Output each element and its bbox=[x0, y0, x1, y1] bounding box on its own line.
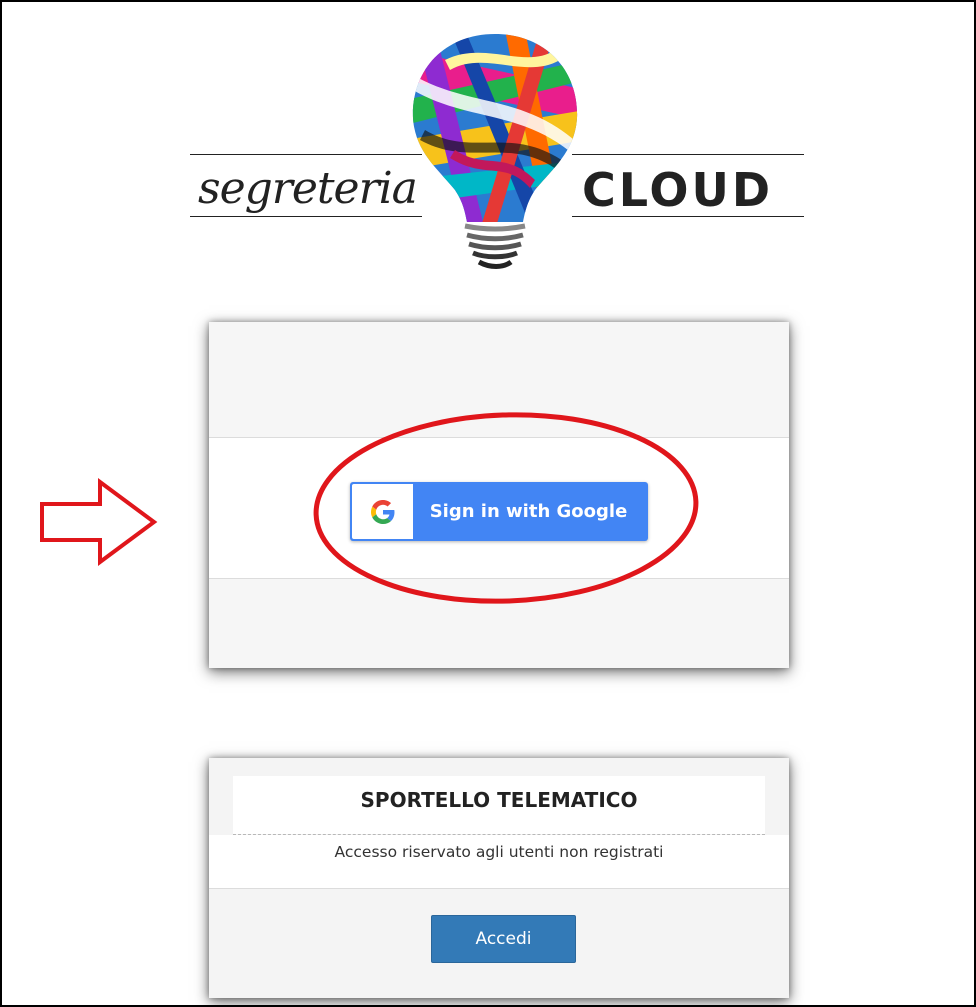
red-highlight-ellipse bbox=[313, 412, 699, 604]
sportello-subtitle: Accesso riservato agli utenti non regist… bbox=[334, 843, 664, 861]
sportello-card-divider bbox=[209, 888, 789, 889]
right-arrow-outline-icon bbox=[40, 478, 158, 566]
accedi-button[interactable]: Accedi bbox=[431, 915, 576, 963]
lightbulb-icon bbox=[412, 34, 578, 269]
logo-word-segreteria: segreteria bbox=[198, 163, 418, 214]
logo-rule-bottom-left bbox=[190, 216, 422, 217]
segreteria-cloud-logo: segreteria CLOUD bbox=[190, 30, 805, 280]
sportello-title: SPORTELLO TELEMATICO bbox=[360, 788, 638, 812]
logo-word-cloud: CLOUD bbox=[582, 163, 774, 217]
logo-rule-top-left bbox=[190, 154, 422, 155]
sportello-telematico-card: SPORTELLO TELEMATICO Accesso riservato a… bbox=[209, 758, 789, 998]
logo-rule-top-right bbox=[572, 154, 804, 155]
